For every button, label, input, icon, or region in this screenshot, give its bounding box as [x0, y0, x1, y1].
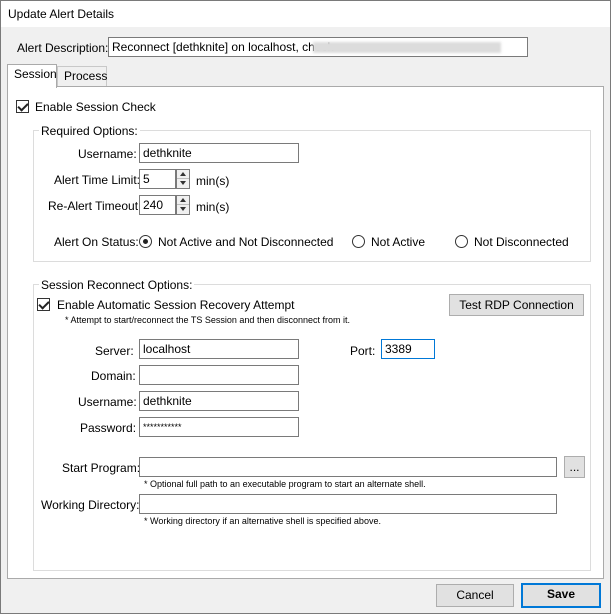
cancel-button[interactable]: Cancel	[436, 584, 514, 607]
spin-down-icon[interactable]	[177, 179, 189, 188]
tab-process[interactable]: Process	[57, 66, 107, 87]
tab-process-label: Process	[64, 69, 108, 83]
tab-session-label: Session	[14, 67, 57, 81]
reconnect-options-legend: Session Reconnect Options:	[39, 278, 195, 292]
enable-session-check-checkbox[interactable]	[16, 100, 29, 113]
port-label: Port:	[350, 344, 376, 358]
working-directory-label: Working Directory:	[41, 498, 140, 512]
status-radio-not-active[interactable]	[352, 235, 365, 248]
alert-description-value: Reconnect [dethknite] on localhost, chec…	[112, 40, 334, 54]
alert-description-label: Alert Description:	[17, 41, 109, 55]
window-title: Update Alert Details	[8, 7, 115, 21]
realert-timeout-spinner[interactable]	[176, 195, 190, 215]
enable-session-check-label: Enable Session Check	[35, 100, 156, 114]
spin-up-icon[interactable]	[177, 196, 189, 205]
server-input[interactable]: localhost	[139, 339, 299, 359]
server-label: Server:	[95, 344, 134, 358]
status-option-label: Not Active and Not Disconnected	[158, 235, 334, 249]
redacted-text-blur	[313, 42, 501, 53]
auto-recovery-checkbox[interactable]	[37, 298, 50, 311]
alert-time-limit-input[interactable]: 5	[139, 169, 176, 189]
reconnect-username-value: dethknite	[143, 394, 192, 408]
auto-recovery-label: Enable Automatic Session Recovery Attemp…	[57, 298, 295, 312]
required-username-value: dethknite	[143, 146, 192, 160]
test-rdp-connection-label: Test RDP Connection	[459, 298, 574, 312]
test-rdp-connection-button[interactable]: Test RDP Connection	[449, 294, 584, 316]
browse-button[interactable]: ...	[564, 456, 585, 478]
title-bar: Update Alert Details	[1, 1, 610, 27]
alert-on-status-label: Alert On Status:	[54, 235, 139, 249]
session-tab-panel: Enable Session Check Required Options: U…	[7, 86, 604, 579]
password-value: ***********	[143, 422, 182, 432]
spin-up-icon[interactable]	[177, 170, 189, 179]
alert-time-limit-value: 5	[143, 172, 150, 186]
start-program-label: Start Program:	[62, 461, 141, 475]
domain-input[interactable]	[139, 365, 299, 385]
port-value: 3389	[385, 342, 412, 356]
reconnect-username-input[interactable]: dethknite	[139, 391, 299, 411]
cancel-button-label: Cancel	[456, 588, 494, 602]
alert-time-limit-label: Alert Time Limit:	[54, 173, 141, 187]
status-option-label: Not Disconnected	[474, 235, 569, 249]
status-option-label: Not Active	[371, 235, 426, 249]
save-button[interactable]: Save	[521, 583, 601, 608]
save-button-label: Save	[546, 587, 576, 601]
port-input[interactable]: 3389	[381, 339, 435, 359]
realert-timeout-value: 240	[143, 198, 164, 212]
realert-timeout-label: Re-Alert Timeout:	[48, 199, 142, 213]
realert-timeout-input[interactable]: 240	[139, 195, 176, 215]
browse-icon: ...	[569, 460, 580, 474]
start-program-input[interactable]	[139, 457, 557, 477]
update-alert-dialog: Update Alert Details Alert Description: …	[0, 0, 611, 614]
alert-time-limit-spinner[interactable]	[176, 169, 190, 189]
reconnect-username-label: Username:	[78, 395, 137, 409]
tab-session[interactable]: Session	[7, 64, 57, 88]
domain-label: Domain:	[91, 369, 136, 383]
alert-description-input[interactable]: Reconnect [dethknite] on localhost, chec…	[108, 37, 528, 57]
auto-recovery-note: * Attempt to start/reconnect the TS Sess…	[65, 315, 350, 325]
password-input[interactable]: ***********	[139, 417, 299, 437]
required-username-label: Username:	[78, 147, 137, 161]
working-directory-note: * Working directory if an alternative sh…	[144, 516, 381, 526]
required-username-input[interactable]: dethknite	[139, 143, 299, 163]
status-radio-not-disconnected[interactable]	[455, 235, 468, 248]
working-directory-input[interactable]	[139, 494, 557, 514]
password-label: Password:	[80, 421, 137, 435]
start-program-note: * Optional full path to an executable pr…	[144, 479, 426, 489]
alert-time-limit-unit: min(s)	[196, 174, 230, 188]
status-radio-not-active-not-disconnected[interactable]	[139, 235, 152, 248]
realert-timeout-unit: min(s)	[196, 200, 230, 214]
spin-down-icon[interactable]	[177, 205, 189, 214]
server-value: localhost	[143, 342, 191, 356]
required-options-legend: Required Options:	[39, 124, 140, 138]
